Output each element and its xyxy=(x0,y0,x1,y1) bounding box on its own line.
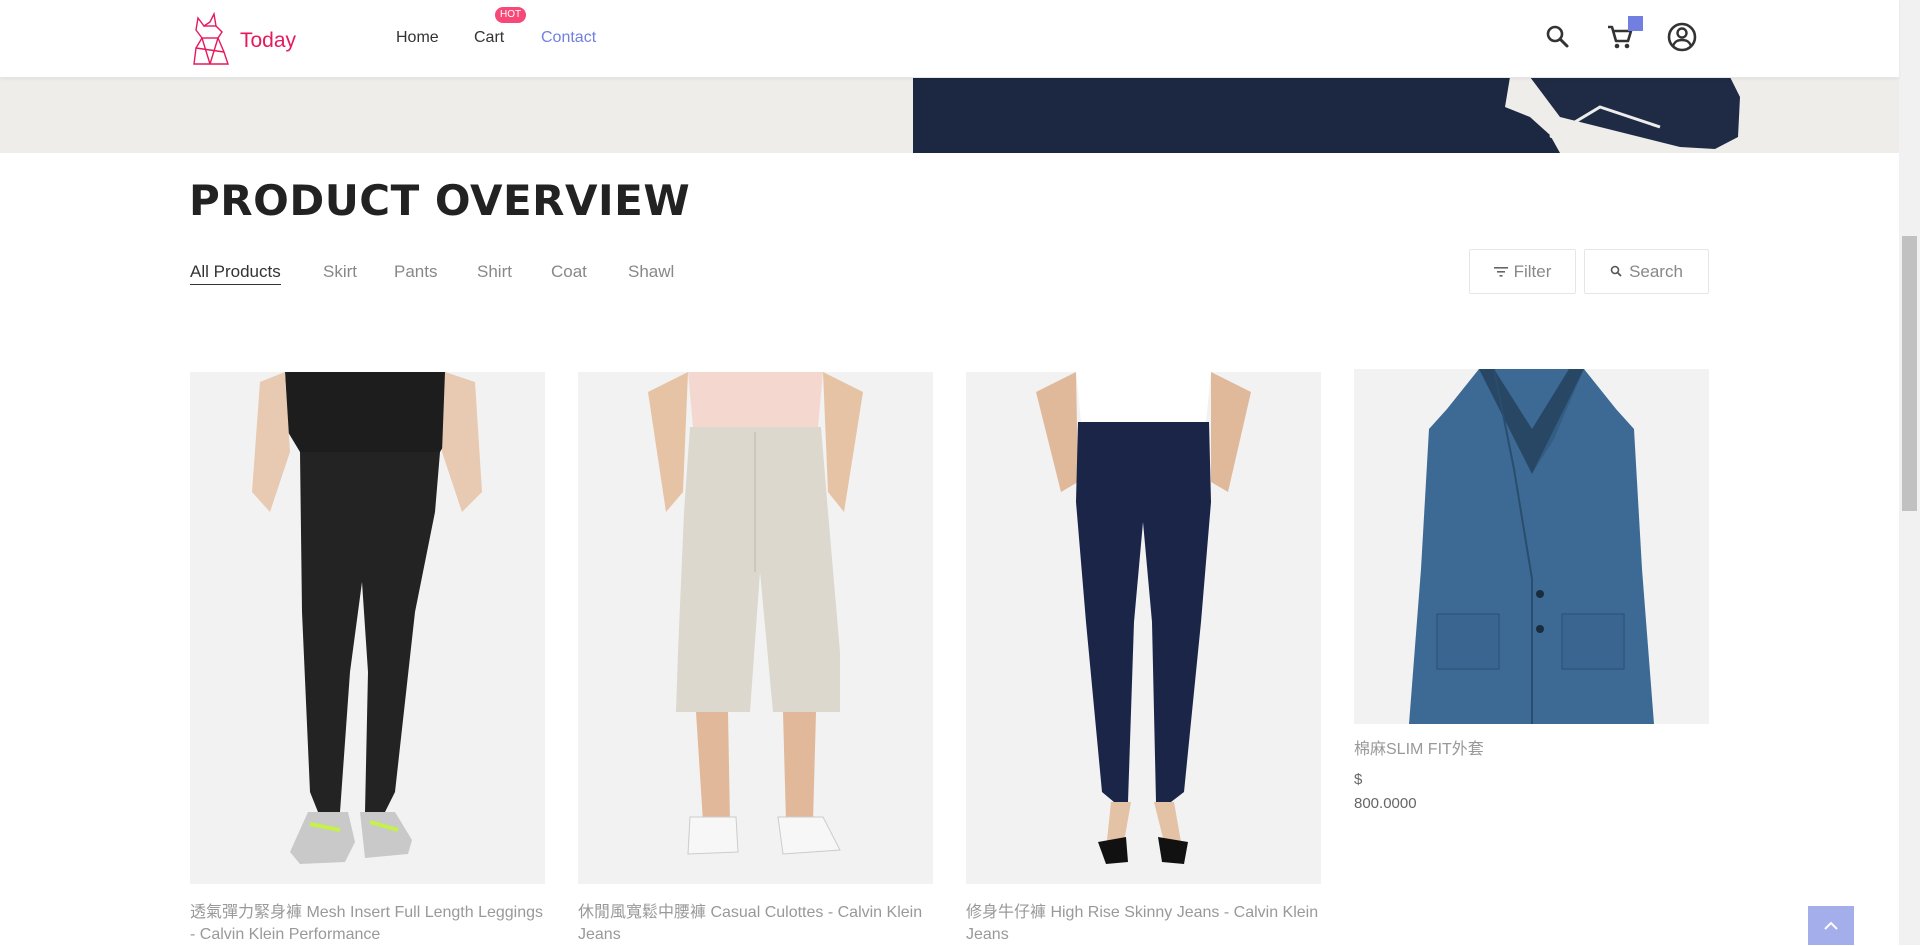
product-image[interactable] xyxy=(190,372,545,884)
page-title: PRODUCT OVERVIEW xyxy=(189,176,691,225)
product-name[interactable]: 休閒風寬鬆中腰褲 Casual Culottes - Calvin Klein … xyxy=(578,902,933,946)
logo-icon[interactable] xyxy=(188,12,232,66)
tab-pants[interactable]: Pants xyxy=(394,262,437,282)
back-to-top-button[interactable] xyxy=(1808,906,1854,945)
hero-banner xyxy=(0,77,1899,153)
site-header: Today Home Cart HOT Contact xyxy=(0,0,1899,78)
product-image[interactable] xyxy=(966,372,1321,884)
hot-badge: HOT xyxy=(495,7,527,23)
brand-name[interactable]: Today xyxy=(240,29,296,53)
scrollbar-thumb[interactable] xyxy=(1902,236,1917,511)
hero-image xyxy=(913,77,1740,153)
search-icon xyxy=(1610,265,1622,277)
nav-cart[interactable]: Cart xyxy=(474,29,504,47)
product-image[interactable] xyxy=(1354,369,1709,724)
tab-coat[interactable]: Coat xyxy=(551,262,587,282)
tab-skirt[interactable]: Skirt xyxy=(323,262,357,282)
cart-count-badge xyxy=(1628,16,1643,31)
filter-button[interactable]: Filter xyxy=(1469,249,1576,294)
nav-home[interactable]: Home xyxy=(396,29,439,47)
search-label: Search xyxy=(1629,261,1683,281)
product-currency: $ xyxy=(1354,771,1363,788)
product-image[interactable] xyxy=(578,372,933,884)
account-icon[interactable] xyxy=(1665,20,1699,54)
product-price: 800.0000 xyxy=(1354,795,1417,812)
chevron-up-icon xyxy=(1824,921,1838,930)
product-name[interactable]: 透氣彈力緊身褲 Mesh Insert Full Length Leggings… xyxy=(190,902,545,946)
search-icon[interactable] xyxy=(1541,20,1575,54)
product-name[interactable]: 棉麻SLIM FIT外套 xyxy=(1354,739,1709,761)
tab-shawl[interactable]: Shawl xyxy=(628,262,674,282)
nav-contact[interactable]: Contact xyxy=(541,29,596,47)
search-button[interactable]: Search xyxy=(1584,249,1709,294)
filter-label: Filter xyxy=(1513,261,1552,281)
filter-icon xyxy=(1493,266,1508,277)
product-name[interactable]: 修身牛仔褲 High Rise Skinny Jeans - Calvin Kl… xyxy=(966,902,1321,946)
tab-shirt[interactable]: Shirt xyxy=(477,262,512,282)
tab-all-products[interactable]: All Products xyxy=(190,262,281,285)
